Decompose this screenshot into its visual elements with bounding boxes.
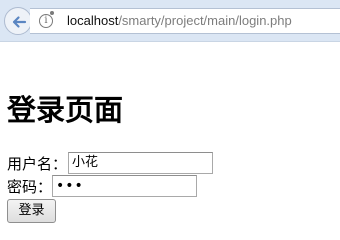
login-button[interactable]: 登录 (7, 199, 56, 223)
address-bar[interactable]: i localhost/smarty/project/main/login.ph… (30, 8, 340, 34)
info-icon[interactable]: i (39, 14, 53, 28)
back-button[interactable] (4, 7, 32, 35)
username-input[interactable]: 小花 (68, 152, 213, 174)
url-path: /smarty/project/main/login.php (118, 13, 292, 28)
info-dot (50, 11, 54, 15)
browser-toolbar: i localhost/smarty/project/main/login.ph… (0, 0, 340, 42)
url-text[interactable]: localhost/smarty/project/main/login.php (67, 13, 292, 29)
page-title: 登录页面 (7, 93, 124, 127)
username-label: 用户名： (7, 155, 68, 173)
password-label: 密码： (7, 178, 53, 196)
back-arrow-icon (12, 16, 27, 28)
url-host: localhost (67, 13, 119, 28)
password-input[interactable]: ••• (52, 175, 197, 197)
